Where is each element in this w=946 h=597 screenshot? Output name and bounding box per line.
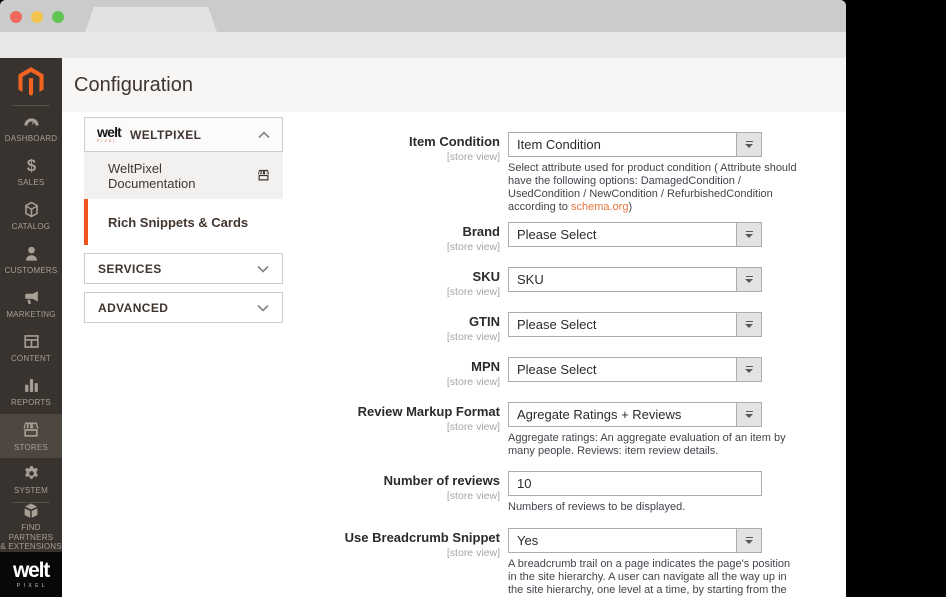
field-comment: Aggregate ratings: An aggregate evaluati… bbox=[508, 432, 800, 458]
select-caret-icon bbox=[736, 358, 761, 381]
field-scope: [store view] bbox=[62, 421, 500, 433]
field-gtin: GTIN [store view] Please Select bbox=[62, 312, 846, 343]
field-scope: [store view] bbox=[62, 376, 500, 388]
select-caret-icon bbox=[736, 529, 761, 552]
brand-select[interactable]: Please Select bbox=[508, 222, 762, 247]
field-label: SKU bbox=[62, 270, 500, 285]
use-breadcrumb-snippet-select[interactable]: Yes bbox=[508, 528, 762, 553]
gear-icon bbox=[22, 464, 41, 483]
select-caret-icon bbox=[736, 223, 761, 246]
admin-sidebar: DASHBOARD $ SALES CATALOG CUSTOMERS bbox=[0, 58, 62, 597]
select-caret-icon bbox=[736, 403, 761, 426]
bar-chart-icon bbox=[22, 376, 41, 395]
storefront-icon bbox=[21, 420, 41, 440]
field-comment: A breadcrumb trail on a page indicates t… bbox=[508, 558, 800, 597]
sidebar-item-sales[interactable]: $ SALES bbox=[0, 150, 62, 194]
mpn-select[interactable]: Please Select bbox=[508, 357, 762, 382]
weltpixel-logo-text: welt bbox=[13, 560, 49, 581]
page-title: Configuration bbox=[74, 74, 193, 97]
weltpixel-sidebar-logo: welt PIXEL bbox=[0, 552, 62, 597]
item-condition-select[interactable]: Item Condition bbox=[508, 132, 762, 157]
browser-toolbar bbox=[0, 32, 846, 58]
field-item-condition: Item Condition [store view] Item Conditi… bbox=[62, 132, 846, 214]
field-mpn: MPN [store view] Please Select bbox=[62, 357, 846, 388]
field-label: Brand bbox=[62, 225, 500, 240]
person-icon bbox=[22, 244, 41, 263]
select-caret-icon bbox=[736, 133, 761, 156]
field-scope: [store view] bbox=[62, 286, 500, 298]
cube-icon bbox=[22, 200, 41, 219]
field-scope: [store view] bbox=[62, 547, 500, 559]
field-scope: [store view] bbox=[62, 151, 500, 163]
magento-admin: DASHBOARD $ SALES CATALOG CUSTOMERS bbox=[0, 58, 846, 597]
field-label: MPN bbox=[62, 360, 500, 375]
browser-titlebar bbox=[0, 0, 846, 32]
megaphone-icon bbox=[22, 288, 41, 307]
svg-text:$: $ bbox=[26, 156, 35, 175]
minimize-window-button[interactable] bbox=[31, 11, 43, 23]
sidebar-item-marketing[interactable]: MARKETING bbox=[0, 282, 62, 326]
magento-logo-icon[interactable] bbox=[0, 58, 62, 105]
sku-select[interactable]: SKU bbox=[508, 267, 762, 292]
sidebar-item-content[interactable]: CONTENT bbox=[0, 326, 62, 370]
sidebar-item-reports[interactable]: REPORTS bbox=[0, 370, 62, 414]
sidebar-item-system[interactable]: SYSTEM bbox=[0, 458, 62, 502]
field-scope: [store view] bbox=[62, 490, 500, 502]
gtin-select[interactable]: Please Select bbox=[508, 312, 762, 337]
sidebar-item-find-partners[interactable]: FIND PARTNERS& EXTENSIONS bbox=[0, 503, 62, 551]
field-scope: [store view] bbox=[62, 331, 500, 343]
number-of-reviews-input[interactable] bbox=[508, 471, 762, 496]
main-content: Configuration welt PIXEL WELTPIXEL W bbox=[62, 58, 846, 597]
field-label: Number of reviews bbox=[62, 474, 500, 489]
field-brand: Brand [store view] Please Select bbox=[62, 222, 846, 253]
maximize-window-button[interactable] bbox=[52, 11, 64, 23]
field-label: GTIN bbox=[62, 315, 500, 330]
page-header: Configuration bbox=[62, 58, 846, 112]
field-label: Item Condition bbox=[62, 135, 500, 150]
close-window-button[interactable] bbox=[10, 11, 22, 23]
layout-icon bbox=[22, 332, 41, 351]
dashboard-gauge-icon bbox=[22, 112, 41, 131]
field-scope: [store view] bbox=[62, 241, 500, 253]
field-number-of-reviews: Number of reviews [store view] Numbers o… bbox=[62, 471, 846, 514]
rich-snippets-form: Item Condition [store view] Item Conditi… bbox=[62, 132, 846, 597]
schema-org-link[interactable]: schema.org bbox=[571, 201, 628, 213]
browser-tab[interactable] bbox=[85, 7, 217, 32]
extensions-box-icon bbox=[22, 502, 40, 520]
field-label: Use Breadcrumb Snippet bbox=[62, 531, 500, 546]
field-use-breadcrumb-snippet: Use Breadcrumb Snippet [store view] Yes … bbox=[62, 528, 846, 597]
sidebar-item-dashboard[interactable]: DASHBOARD bbox=[0, 106, 62, 150]
field-sku: SKU [store view] SKU bbox=[62, 267, 846, 298]
select-caret-icon bbox=[736, 313, 761, 336]
dollar-icon: $ bbox=[22, 156, 41, 175]
sidebar-item-stores[interactable]: STORES bbox=[0, 414, 62, 458]
field-comment: Numbers of reviews to be displayed. bbox=[508, 501, 800, 514]
select-caret-icon bbox=[736, 268, 761, 291]
field-comment: Select attribute used for product condit… bbox=[508, 162, 800, 214]
review-markup-format-select[interactable]: Agregate Ratings + Reviews bbox=[508, 402, 762, 427]
browser-window: DASHBOARD $ SALES CATALOG CUSTOMERS bbox=[0, 0, 846, 597]
sidebar-item-catalog[interactable]: CATALOG bbox=[0, 194, 62, 238]
field-label: Review Markup Format bbox=[62, 405, 500, 420]
sidebar-item-customers[interactable]: CUSTOMERS bbox=[0, 238, 62, 282]
field-review-markup-format: Review Markup Format [store view] Agrega… bbox=[62, 402, 846, 458]
